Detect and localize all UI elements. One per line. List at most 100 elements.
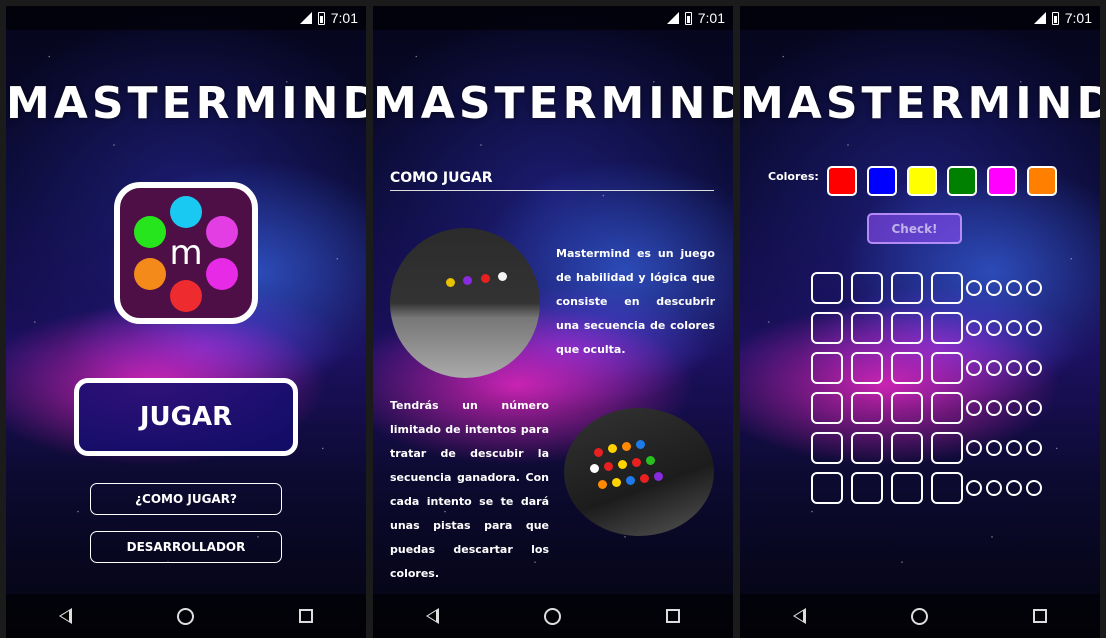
- guess-slot[interactable]: [891, 392, 923, 424]
- color-swatch[interactable]: [947, 166, 977, 196]
- signal-icon: [1033, 12, 1046, 24]
- clock: 7:01: [330, 10, 358, 26]
- feedback-pin: [1026, 440, 1042, 456]
- back-icon[interactable]: [58, 608, 72, 624]
- app-title: MASTERMIND: [6, 78, 366, 129]
- feedback-pin: [986, 320, 1002, 336]
- feedback-pin: [966, 480, 982, 496]
- navigation-bar: [740, 594, 1100, 638]
- feedback-pins: [966, 360, 1046, 376]
- guess-slot[interactable]: [931, 312, 963, 344]
- guess-slot[interactable]: [931, 352, 963, 384]
- color-swatch[interactable]: [907, 166, 937, 196]
- guess-slot[interactable]: [851, 472, 883, 504]
- guess-slot[interactable]: [811, 352, 843, 384]
- logo-dot: [206, 258, 238, 290]
- back-icon[interactable]: [792, 608, 806, 624]
- logo-dot: [134, 216, 166, 248]
- guess-row: [811, 308, 1046, 348]
- feedback-pin: [1006, 440, 1022, 456]
- logo-dot: [134, 258, 166, 290]
- board-photo-bottom: [564, 408, 714, 536]
- guess-slot[interactable]: [811, 392, 843, 424]
- feedback-pin: [1006, 400, 1022, 416]
- feedback-pin: [1026, 280, 1042, 296]
- guess-slot[interactable]: [851, 432, 883, 464]
- battery-icon: [317, 11, 325, 25]
- guess-row: [811, 268, 1046, 308]
- logo-letter: m: [169, 233, 203, 273]
- feedback-pin: [966, 400, 982, 416]
- color-swatch[interactable]: [987, 166, 1017, 196]
- guess-slot[interactable]: [811, 272, 843, 304]
- feedback-pins: [966, 400, 1046, 416]
- feedback-pin: [1026, 320, 1042, 336]
- feedback-pin: [1006, 480, 1022, 496]
- feedback-pin: [1006, 360, 1022, 376]
- guess-slot[interactable]: [891, 312, 923, 344]
- check-button[interactable]: Check!: [867, 213, 962, 244]
- feedback-pin: [1006, 280, 1022, 296]
- guess-row: [811, 428, 1046, 468]
- guess-slot[interactable]: [851, 352, 883, 384]
- play-button[interactable]: JUGAR: [74, 378, 298, 456]
- description-paragraph-2: Tendrás un número limitado de intentos p…: [390, 399, 549, 580]
- back-icon[interactable]: [425, 608, 439, 624]
- guess-slot[interactable]: [891, 272, 923, 304]
- guess-slot[interactable]: [931, 472, 963, 504]
- guess-slot[interactable]: [851, 272, 883, 304]
- feedback-pins: [966, 440, 1046, 456]
- recent-apps-icon[interactable]: [1033, 609, 1048, 623]
- guess-slot[interactable]: [891, 352, 923, 384]
- home-icon[interactable]: [910, 607, 928, 625]
- status-bar: 7:01: [373, 6, 733, 30]
- logo-dot: [206, 216, 238, 248]
- recent-apps-icon[interactable]: [666, 609, 681, 623]
- feedback-pin: [966, 440, 982, 456]
- app-title: MASTERMIND: [740, 78, 1100, 129]
- guess-row: [811, 388, 1046, 428]
- guess-slot[interactable]: [811, 432, 843, 464]
- feedback-pins: [966, 320, 1046, 336]
- color-swatch[interactable]: [867, 166, 897, 196]
- board-photo-top: [390, 228, 540, 378]
- guess-slot[interactable]: [851, 392, 883, 424]
- signal-icon: [666, 12, 679, 24]
- how-to-play-screen: 7:01 MASTERMIND COMO JUGAR Mastermind es…: [373, 6, 733, 638]
- guess-slot[interactable]: [811, 312, 843, 344]
- home-screen: 7:01 MASTERMIND m JUGAR ¿COMO JUGAR? DES…: [6, 6, 366, 638]
- guess-slot[interactable]: [851, 312, 883, 344]
- clock: 7:01: [697, 10, 725, 26]
- feedback-pin: [966, 320, 982, 336]
- logo-dot: [170, 280, 202, 312]
- guess-row: [811, 348, 1046, 388]
- clock: 7:01: [1064, 10, 1092, 26]
- feedback-pins: [966, 280, 1046, 296]
- how-to-play-button[interactable]: ¿COMO JUGAR?: [90, 483, 282, 515]
- feedback-pin: [966, 360, 982, 376]
- feedback-pin: [1026, 480, 1042, 496]
- feedback-pin: [966, 280, 982, 296]
- guess-slot[interactable]: [891, 472, 923, 504]
- app-title: MASTERMIND: [373, 78, 733, 129]
- recent-apps-icon[interactable]: [299, 609, 314, 623]
- color-swatch[interactable]: [827, 166, 857, 196]
- feedback-pin: [986, 480, 1002, 496]
- developer-button[interactable]: DESARROLLADOR: [90, 531, 282, 563]
- status-bar: 7:01: [6, 6, 366, 30]
- guess-slot[interactable]: [891, 432, 923, 464]
- home-icon[interactable]: [543, 607, 561, 625]
- home-icon[interactable]: [176, 607, 194, 625]
- color-swatch[interactable]: [1027, 166, 1057, 196]
- guess-slot[interactable]: [811, 472, 843, 504]
- feedback-pin: [1026, 400, 1042, 416]
- battery-icon: [684, 11, 692, 25]
- logo-dot: [170, 196, 202, 228]
- game-screen: 7:01 MASTERMIND Colores: Check!: [740, 6, 1100, 638]
- guess-row: [811, 468, 1046, 508]
- feedback-pins: [966, 480, 1046, 496]
- guess-slot[interactable]: [931, 432, 963, 464]
- guess-slot[interactable]: [931, 272, 963, 304]
- status-bar: 7:01: [740, 6, 1100, 30]
- guess-slot[interactable]: [931, 392, 963, 424]
